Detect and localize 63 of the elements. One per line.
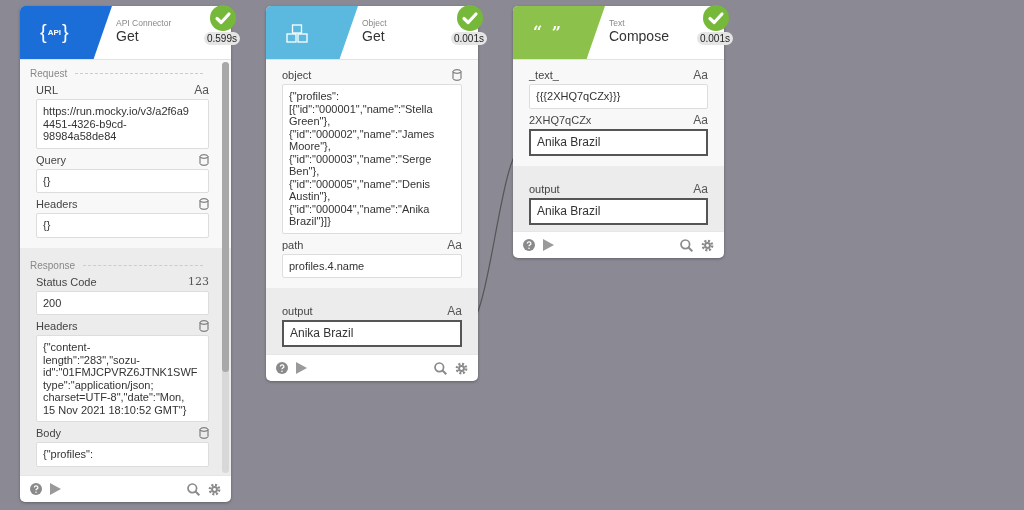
input-field[interactable]: {}: [36, 168, 209, 193]
input-field[interactable]: Anika Brazil: [529, 197, 708, 225]
field-label: URL: [36, 84, 58, 96]
input-field[interactable]: {{{2XHQ7qCZx}}}: [529, 84, 708, 109]
help-icon[interactable]: [30, 483, 42, 495]
cylinder-icon: [199, 427, 209, 439]
type-label: Aa: [693, 112, 708, 127]
play-icon[interactable]: [50, 483, 61, 495]
node-category: Text: [609, 18, 626, 28]
type-label: Aa: [447, 237, 462, 252]
scrollbar[interactable]: [222, 62, 229, 473]
section-title: Response: [30, 259, 76, 271]
field-label: Query: [36, 153, 66, 166]
type-label: 123: [188, 275, 209, 288]
settings-icon[interactable]: [208, 482, 221, 496]
run-time: 0.001s: [696, 32, 733, 45]
node-category: API Connector: [116, 18, 172, 28]
input-field[interactable]: {}: [36, 213, 209, 238]
quote-logo-text: “ ”: [533, 23, 563, 42]
settings-icon[interactable]: [701, 238, 714, 252]
field-label: object: [282, 69, 312, 81]
field-label: Headers: [36, 320, 78, 332]
settings-icon[interactable]: [455, 361, 468, 375]
type-label: Aa: [693, 68, 708, 82]
run-time: 0.001s: [450, 32, 487, 45]
input-field[interactable]: 200: [36, 290, 209, 315]
type-label: Aa: [693, 181, 708, 196]
input-field[interactable]: Anika Brazil: [529, 128, 708, 156]
api-logo-text: {API}: [40, 21, 69, 44]
node-title: Compose: [609, 28, 669, 44]
field-label: _text_: [529, 69, 559, 81]
cylinder-icon: [452, 69, 462, 81]
play-icon[interactable]: [296, 362, 307, 374]
type-label: Aa: [447, 304, 462, 318]
cylinder-icon: [199, 153, 209, 166]
input-field[interactable]: {"profiles": [{"id":"000001","name":"Stella Green"}, {"id":"000002","name":"James Moore"}, {"id":"000003","name":"Serge Ben"}, {"id":"000005","name":"Denis Austin"}, {"id":"000004","name":"Anika Brazil"}]}: [282, 84, 462, 234]
field-label: path: [282, 238, 304, 251]
run-time: 0.599s: [203, 32, 240, 45]
field-label: Body: [36, 427, 62, 439]
type-label: Aa: [194, 83, 209, 97]
section-title: Request: [30, 68, 68, 79]
field-label: 2XHQ7qCZx: [529, 113, 592, 126]
input-field[interactable]: Anika Brazil: [282, 320, 462, 347]
field-label: Headers: [36, 198, 78, 210]
search-icon[interactable]: [680, 238, 693, 252]
cylinder-icon: [199, 320, 209, 332]
node-title: Get: [116, 28, 140, 44]
play-icon[interactable]: [543, 239, 554, 251]
input-field[interactable]: https://run.mocky.io/v3/a2f6a9 4451-4326-b9cd- 98984a58de84: [36, 99, 209, 149]
cylinder-icon: [199, 198, 209, 210]
cubes-icon: [286, 22, 308, 43]
help-icon[interactable]: [276, 362, 288, 374]
input-field[interactable]: profiles.4.name: [282, 253, 462, 278]
help-icon[interactable]: [523, 239, 535, 251]
search-icon[interactable]: [187, 482, 200, 496]
node-category: Object: [362, 18, 387, 28]
input-field[interactable]: {"profiles":: [36, 442, 209, 467]
field-label: Status Code: [36, 275, 97, 288]
input-field[interactable]: {"content- length":"283","sozu- id":"01FMJCPVRZ6JTNK1SWF type":"application/json; charset=UTF-8","date":"Mon, 15 Nov 2021 18:10:52 GMT"}: [36, 335, 209, 422]
field-label: output: [529, 182, 560, 195]
field-label: output: [282, 305, 313, 317]
search-icon[interactable]: [434, 361, 447, 375]
node-title: Get: [362, 28, 386, 44]
